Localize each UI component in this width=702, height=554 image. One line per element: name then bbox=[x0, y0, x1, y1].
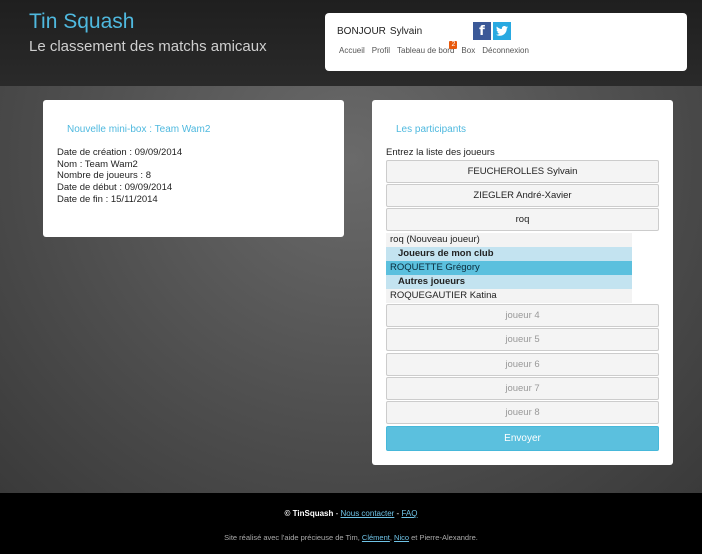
nav-deconnexion[interactable]: Déconnexion bbox=[482, 46, 529, 55]
main-content: Nouvelle mini-box : Team Wam2 Date de cr… bbox=[0, 86, 702, 493]
box-info-card: Nouvelle mini-box : Team Wam2 Date de cr… bbox=[43, 100, 344, 237]
autocomplete-option[interactable]: ROQUEGAUTIER Katina bbox=[386, 289, 632, 303]
nav-box[interactable]: Box bbox=[461, 46, 475, 55]
box-detail-line: Nombre de joueurs : 8 bbox=[57, 170, 151, 182]
player-field-6[interactable]: joueur 6 bbox=[386, 353, 659, 376]
participants-label: Entrez la liste des joueurs bbox=[386, 147, 495, 158]
facebook-icon[interactable]: f bbox=[473, 22, 491, 40]
site-header: Tin Squash Le classement des matchs amic… bbox=[0, 0, 702, 86]
copyright: © TinSquash bbox=[284, 509, 334, 518]
box-detail-line: Date de fin : 15/11/2014 bbox=[57, 193, 158, 205]
player-field-5[interactable]: joueur 5 bbox=[386, 328, 659, 351]
player-field-4[interactable]: joueur 4 bbox=[386, 304, 659, 327]
credits-suffix: et Pierre-Alexandre. bbox=[409, 533, 478, 542]
credit-link-nico[interactable]: Nico bbox=[394, 533, 409, 542]
box-detail-line: Nom : Team Wam2 bbox=[57, 158, 138, 170]
nav-tableau-de-bord[interactable]: Tableau de bord 2 bbox=[397, 41, 458, 55]
autocomplete-group-club: Joueurs de mon club bbox=[386, 247, 632, 261]
player-field-8[interactable]: joueur 8 bbox=[386, 401, 659, 424]
social-links: f bbox=[473, 22, 511, 40]
twitter-icon[interactable] bbox=[493, 22, 511, 40]
send-button[interactable]: Envoyer bbox=[386, 426, 659, 451]
player-field-7[interactable]: joueur 7 bbox=[386, 377, 659, 400]
player-field-3[interactable]: roq bbox=[386, 208, 659, 231]
box-title: Nouvelle mini-box : Team Wam2 bbox=[67, 124, 211, 135]
credit-link-clement[interactable]: Clément bbox=[362, 533, 390, 542]
participants-title: Les participants bbox=[396, 124, 467, 135]
nav-tableau-label: Tableau de bord bbox=[397, 46, 455, 55]
greeting-label: BONJOUR bbox=[337, 26, 386, 37]
nav-accueil[interactable]: Accueil bbox=[339, 46, 365, 55]
site-footer: © TinSquash - Nous contacter - FAQ Site … bbox=[0, 493, 702, 554]
footer-separator: - bbox=[333, 509, 341, 518]
box-detail-line: Date de création : 09/09/2014 bbox=[57, 147, 183, 158]
player-field-1[interactable]: FEUCHEROLLES Sylvain bbox=[386, 160, 659, 183]
contact-link[interactable]: Nous contacter bbox=[341, 509, 395, 518]
participants-card: Les participants Entrez la liste des jou… bbox=[372, 100, 673, 465]
greeting: BONJOUR Sylvain bbox=[337, 26, 422, 37]
autocomplete-option-selected[interactable]: ROQUETTE Grégory bbox=[386, 261, 632, 275]
user-name: Sylvain bbox=[389, 26, 423, 37]
autocomplete-dropdown: roq (Nouveau joueur) Joueurs de mon club… bbox=[386, 233, 632, 303]
autocomplete-option-new[interactable]: roq (Nouveau joueur) bbox=[386, 233, 632, 247]
autocomplete-group-others: Autres joueurs bbox=[386, 275, 632, 289]
footer-links: © TinSquash - Nous contacter - FAQ bbox=[0, 509, 702, 518]
box-details: Date de création : 09/09/2014 Nom : Team… bbox=[57, 147, 182, 206]
faq-link[interactable]: FAQ bbox=[401, 509, 417, 518]
main-nav: Accueil Profil Tableau de bord 2 Box Déco… bbox=[339, 41, 536, 55]
notification-badge: 2 bbox=[449, 41, 458, 49]
site-subtitle: Le classement des matchs amicaux bbox=[29, 38, 267, 55]
site-title[interactable]: Tin Squash bbox=[29, 10, 134, 34]
nav-profil[interactable]: Profil bbox=[372, 46, 390, 55]
box-detail-line: Date de début : 09/09/2014 bbox=[57, 182, 173, 194]
credits-prefix: Site réalisé avec l'aide précieuse de Ti… bbox=[224, 533, 362, 542]
user-panel: BONJOUR Sylvain f Accueil Profil Tableau … bbox=[325, 13, 687, 71]
player-field-2[interactable]: ZIEGLER André-Xavier bbox=[386, 184, 659, 207]
footer-credits: Site réalisé avec l'aide précieuse de Ti… bbox=[0, 533, 702, 542]
